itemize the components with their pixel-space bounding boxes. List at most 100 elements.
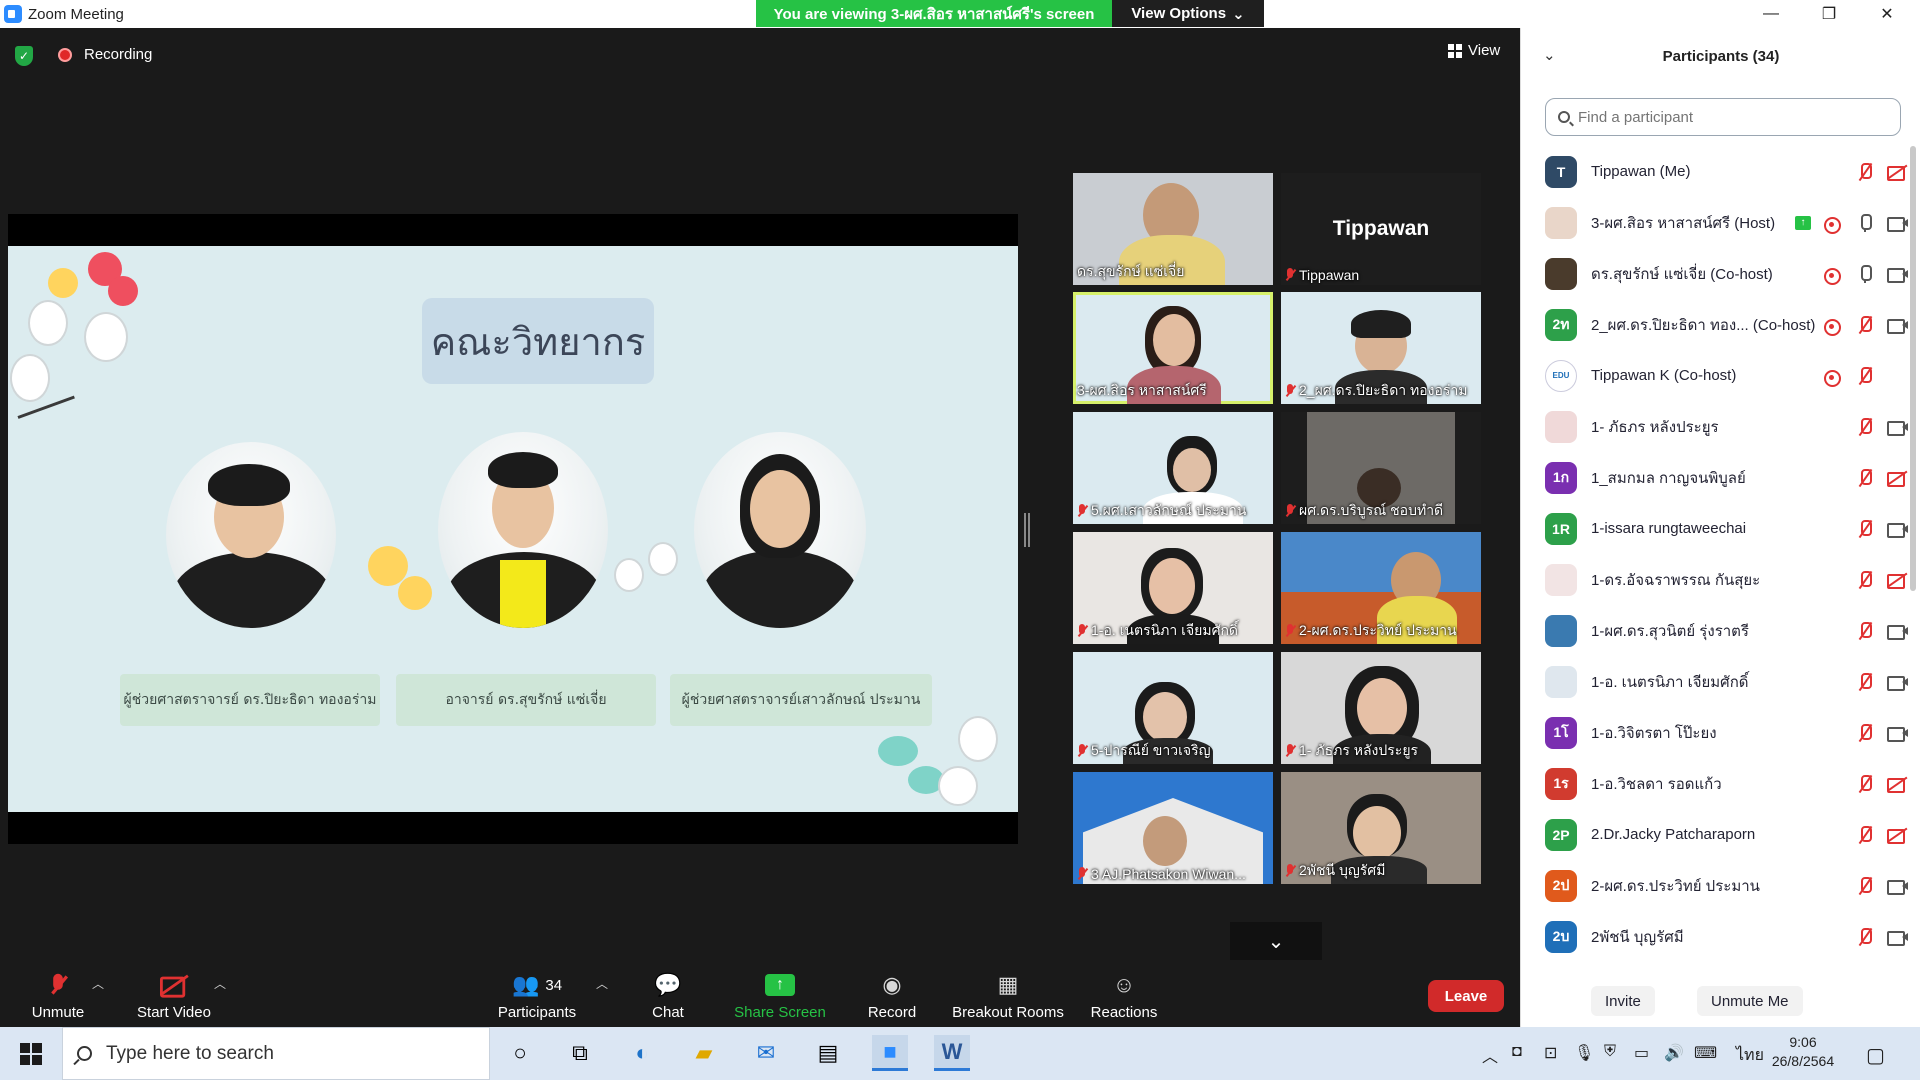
participant-search[interactable] xyxy=(1545,98,1901,136)
mic-muted-icon[interactable] xyxy=(1855,519,1875,538)
participant-row[interactable]: 1โ 1-อ.วิจิตรตา โป๊ะยง xyxy=(1521,707,1911,758)
zoom-taskbar-icon[interactable]: ■ xyxy=(872,1035,908,1071)
video-tile[interactable]: ดร.สุขรักษ์ แซ่เจี่ย xyxy=(1073,173,1273,285)
participants-button[interactable]: 👥 34 Participants xyxy=(494,963,580,1027)
video-tile[interactable]: ผศ.ดร.บริบูรณ์ ชอบทำดี xyxy=(1281,412,1481,524)
video-icon[interactable] xyxy=(1887,418,1908,436)
system-clock[interactable]: 9:06 26/8/2564 xyxy=(1768,1033,1838,1071)
taskbar-search[interactable]: Type here to search xyxy=(62,1027,490,1080)
video-tile[interactable]: 5-ปารณีย์ ขาวเจริญ xyxy=(1073,652,1273,764)
mic-icon[interactable] xyxy=(1855,213,1875,232)
mic-muted-icon[interactable] xyxy=(1855,366,1875,385)
windows-start-icon[interactable] xyxy=(20,1043,42,1065)
participant-row[interactable]: 1- ภัธภร หลังประยูร xyxy=(1521,401,1911,452)
language-indicator[interactable]: ไทย xyxy=(1736,1043,1764,1068)
participant-row[interactable]: EDU Tippawan K (Co-host) xyxy=(1521,350,1911,401)
participant-row[interactable]: 2ท 2_ผศ.ดร.ปิยะธิดา ทอง... (Co-host) xyxy=(1521,299,1911,350)
mic-muted-icon[interactable] xyxy=(1855,468,1875,487)
participant-row[interactable]: T Tippawan (Me) xyxy=(1521,146,1911,197)
mic-muted-icon[interactable] xyxy=(1855,417,1875,436)
mic-muted-icon[interactable] xyxy=(1855,315,1875,334)
security-tray-icon[interactable]: ⛨ xyxy=(1604,1043,1616,1061)
video-icon[interactable] xyxy=(1887,673,1908,691)
scrollbar[interactable] xyxy=(1910,146,1916,591)
participant-row[interactable]: 2ป 2-ผศ.ดร.ประวิทย์ ประมาน xyxy=(1521,860,1911,911)
keyboard-icon[interactable]: ⌨ xyxy=(1694,1043,1717,1063)
video-options-caret-icon[interactable]: ︿ xyxy=(214,975,226,992)
reactions-button[interactable]: ☺ Reactions xyxy=(1088,963,1160,1027)
view-options-button[interactable]: View Options ⌄ xyxy=(1112,0,1264,27)
mic-muted-icon[interactable] xyxy=(1855,162,1875,181)
video-tile[interactable]: 2-ผศ.ดร.ประวิทย์ ประมาน xyxy=(1281,532,1481,644)
mic-muted-icon[interactable] xyxy=(1855,621,1875,640)
mic-muted-icon[interactable] xyxy=(1855,570,1875,589)
participant-row[interactable]: 2P 2.Dr.Jacky Patcharaporn xyxy=(1521,809,1911,860)
word-icon[interactable]: W xyxy=(934,1035,970,1071)
participant-search-input[interactable] xyxy=(1578,108,1878,126)
microphone-tray-icon[interactable]: 🎙 xyxy=(1574,1043,1594,1063)
gallery-next-page-button[interactable]: ⌄ xyxy=(1230,922,1322,960)
video-tile[interactable]: 1- ภัธภร หลังประยูร xyxy=(1281,652,1481,764)
video-off-icon[interactable] xyxy=(1887,163,1907,181)
participant-row[interactable]: ดร.สุขรักษ์ แซ่เจี่ย (Co-host) xyxy=(1521,248,1911,299)
breakout-rooms-button[interactable]: ▦ Breakout Rooms xyxy=(950,963,1066,1027)
view-button[interactable]: View xyxy=(1448,42,1500,59)
participant-row[interactable]: 2บ 2พัชนี บุญรัศมี xyxy=(1521,911,1911,962)
edge-browser-icon[interactable]: ◐ xyxy=(624,1035,660,1071)
unmute-button[interactable]: Unmute xyxy=(26,963,90,1027)
mic-muted-icon[interactable] xyxy=(1855,774,1875,793)
cortana-icon[interactable]: ○ xyxy=(502,1035,538,1071)
participant-row[interactable]: 1-อ. เนตรนิภา เจียมศักดิ์ xyxy=(1521,656,1911,707)
video-icon[interactable] xyxy=(1887,724,1908,742)
video-icon[interactable] xyxy=(1887,316,1908,334)
meet-now-icon[interactable]: ⊡ xyxy=(1544,1043,1557,1063)
unmute-me-button[interactable]: Unmute Me xyxy=(1697,986,1803,1016)
start-video-button[interactable]: Start Video xyxy=(134,963,214,1027)
video-none-icon[interactable] xyxy=(1887,367,1907,385)
close-button[interactable]: ✕ xyxy=(1858,0,1916,28)
video-icon[interactable] xyxy=(1887,928,1908,946)
video-tile[interactable]: 3 AJ.Phatsakon Wiwan... xyxy=(1073,772,1273,884)
participant-row[interactable]: 1-ผศ.ดร.สุวนิตย์ รุ่งราตรี xyxy=(1521,605,1911,656)
video-off-icon[interactable] xyxy=(1887,571,1907,589)
file-explorer-icon[interactable]: ▰ xyxy=(686,1035,722,1071)
video-tile[interactable]: 2_ผศ.ดร.ปิยะธิดา ทองอร่าม xyxy=(1281,292,1481,404)
chat-button[interactable]: 💬 Chat xyxy=(644,963,692,1027)
mic-muted-icon[interactable] xyxy=(1855,672,1875,691)
volume-icon[interactable]: 🔊 xyxy=(1664,1043,1684,1063)
participant-row[interactable]: 1ร 1-อ.วิชลดา รอดแก้ว xyxy=(1521,758,1911,809)
video-tile[interactable]: 1-อ. เนตรนิภา เจียมศักดิ์ xyxy=(1073,532,1273,644)
participant-row[interactable]: 1R 1-issara rungtaweechai xyxy=(1521,503,1911,554)
video-tile[interactable]: Tippawan Tippawan xyxy=(1281,173,1481,285)
invite-button[interactable]: Invite xyxy=(1591,986,1655,1016)
video-tile[interactable]: 2พัชนี บุญรัศมี xyxy=(1281,772,1481,884)
record-button[interactable]: ◉ Record xyxy=(866,963,918,1027)
participant-row[interactable]: 1ก 1_สมกมล กาญจนพิบูลย์ xyxy=(1521,452,1911,503)
encryption-shield-icon[interactable]: ✓ xyxy=(15,46,33,66)
network-icon[interactable]: ▭ xyxy=(1634,1043,1649,1063)
video-tile-active-speaker[interactable]: 3-ผศ.สิอร หาสาสน์ศรี xyxy=(1073,292,1273,404)
notepad-icon[interactable]: ▤ xyxy=(810,1035,846,1071)
notifications-icon[interactable]: ▢ xyxy=(1866,1043,1885,1068)
mic-muted-icon[interactable] xyxy=(1855,876,1875,895)
participant-row[interactable]: 3-ผศ.สิอร หาสาสน์ศรี (Host) ↑ xyxy=(1521,197,1911,248)
resize-handle[interactable] xyxy=(1024,513,1030,547)
audio-options-caret-icon[interactable]: ︿ xyxy=(92,975,104,992)
video-tile[interactable]: 5.ผศ.เสาวลักษณ์ ประมาน xyxy=(1073,412,1273,524)
mic-muted-icon[interactable] xyxy=(1855,825,1875,844)
video-icon[interactable] xyxy=(1887,877,1908,895)
mic-icon[interactable] xyxy=(1855,264,1875,283)
restore-button[interactable]: ❐ xyxy=(1800,0,1858,28)
video-off-icon[interactable] xyxy=(1887,775,1907,793)
video-off-icon[interactable] xyxy=(1887,469,1907,487)
video-icon[interactable] xyxy=(1887,265,1908,283)
mic-muted-icon[interactable] xyxy=(1855,723,1875,742)
share-screen-button[interactable]: ↑ Share Screen xyxy=(734,963,826,1027)
mic-muted-icon[interactable] xyxy=(1855,927,1875,946)
tray-app-icon[interactable]: ◘ xyxy=(1512,1043,1522,1061)
video-icon[interactable] xyxy=(1887,214,1908,232)
task-view-icon[interactable]: ⧉ xyxy=(562,1035,598,1071)
leave-button[interactable]: Leave xyxy=(1428,980,1504,1012)
video-icon[interactable] xyxy=(1887,520,1908,538)
video-icon[interactable] xyxy=(1887,622,1908,640)
